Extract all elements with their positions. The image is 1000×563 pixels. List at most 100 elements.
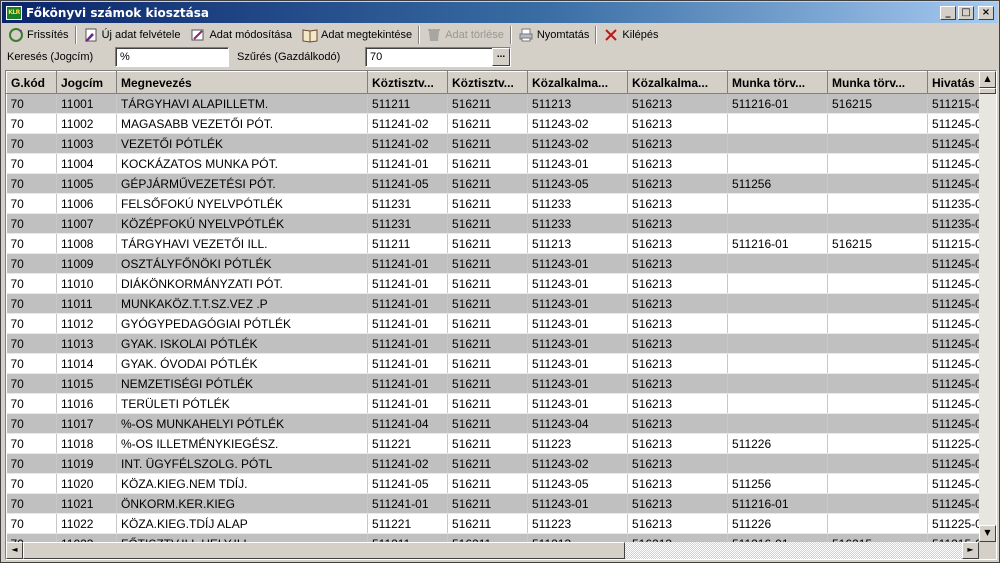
data-table: G.kód Jogcím Megnevezés Köztisztv... Köztisz…	[6, 71, 979, 542]
column-header[interactable]: Köztisztv...	[367, 71, 448, 94]
table-row[interactable]: 70 11003 VEZETŐI PÓTLÉK 511241-02 516211 5112…	[6, 133, 979, 154]
column-header[interactable]: Munka törv...	[727, 71, 828, 94]
table-row[interactable]: 70 11015 NEMZETISÉGI PÓTLÉK 511241-01 516211…	[6, 373, 979, 394]
table-cell: 70	[6, 353, 57, 374]
horizontal-scrollbar[interactable]: ◄ ►	[6, 542, 979, 559]
table-cell	[827, 173, 928, 194]
table-cell: KÖZÉPFOKÚ NYELVPÓTLÉK	[116, 213, 368, 234]
column-header[interactable]: Hivatás	[927, 71, 979, 94]
vertical-scrollbar[interactable]: ▲ ▼	[979, 71, 996, 542]
edit-icon	[190, 27, 206, 43]
table-cell: GYAK. ISKOLAI PÓTLÉK	[116, 333, 368, 354]
table-row[interactable]: 70 11009 OSZTÁLYFŐNÖKI PÓTLÉK 511241-01 5162…	[6, 253, 979, 274]
table-cell: 511215-0	[927, 93, 979, 114]
close-button[interactable]: ×	[978, 5, 994, 20]
table-cell	[727, 253, 828, 274]
table-cell: 511215-0	[927, 233, 979, 254]
table-row[interactable]: 70 11008 TÁRGYHAVI VEZETŐI ILL. 511211 51621…	[6, 233, 979, 254]
horizontal-scroll-thumb[interactable]	[23, 542, 625, 559]
table-cell: 516211	[447, 313, 528, 334]
table-cell: 511241-02	[367, 453, 448, 474]
table-row[interactable]: 70 11005 GÉPJÁRMŰVEZETÉSI PÓT. 511241-05 516…	[6, 173, 979, 194]
vertical-scroll-thumb[interactable]	[979, 88, 996, 94]
edit-record-button[interactable]: Adat módosítása	[185, 25, 297, 45]
table-row[interactable]: 70 11022 KÖZA.KIEG.TDÍJ ALAP 511221 516211 51…	[6, 513, 979, 534]
delete-record-label: Adat törlése	[445, 29, 504, 41]
filter-browse-button[interactable]: ...	[492, 48, 510, 66]
table-cell: TÁRGYHAVI ALAPILLETM.	[116, 93, 368, 114]
table-cell: 511241-04	[367, 413, 448, 434]
refresh-button[interactable]: Frissítés	[3, 25, 74, 45]
table-cell: 511241-02	[367, 113, 448, 134]
column-header[interactable]: Megnevezés	[116, 71, 368, 94]
table-row[interactable]: 70 11006 FELSŐFOKÚ NYELVPÓTLÉK 511231 516211…	[6, 193, 979, 214]
table-cell	[827, 393, 928, 414]
table-cell	[727, 193, 828, 214]
table-row[interactable]: 70 11007 KÖZÉPFOKÚ NYELVPÓTLÉK 511231 516211…	[6, 213, 979, 234]
new-record-button[interactable]: Új adat felvétele	[78, 25, 186, 45]
delete-record-button[interactable]: Adat törlése	[421, 25, 509, 45]
table-cell: 70	[6, 173, 57, 194]
table-cell	[727, 113, 828, 134]
table-row[interactable]: 70 11013 GYAK. ISKOLAI PÓTLÉK 511241-01 5162…	[6, 333, 979, 354]
table-cell: 70	[6, 273, 57, 294]
column-header[interactable]: Közalkalma...	[627, 71, 728, 94]
table-cell: 70	[6, 233, 57, 254]
view-record-button[interactable]: Adat megtekintése	[297, 25, 417, 45]
column-header[interactable]: Köztisztv...	[447, 71, 528, 94]
title-bar[interactable]: KLR Főkönyvi számok kiosztása _ □ ×	[2, 2, 998, 23]
table-cell: 511233	[527, 193, 628, 214]
table-row[interactable]: 70 11001 TÁRGYHAVI ALAPILLETM. 511211 516211…	[6, 93, 979, 114]
scroll-up-button[interactable]: ▲	[979, 71, 996, 88]
table-row[interactable]: 70 11004 KOCKÁZATOS MUNKA PÓT. 511241-01 516…	[6, 153, 979, 174]
table-row[interactable]: 70 11002 MAGASABB VEZETŐI PÓT. 511241-02 516…	[6, 113, 979, 134]
table-row[interactable]: 70 11020 KÖZA.KIEG.NEM TDÍJ. 511241-05 51621…	[6, 473, 979, 494]
table-row[interactable]: 70 11021 ÖNKORM.KER.KIEG 511241-01 516211 511…	[6, 493, 979, 514]
table-row[interactable]: 70 11014 GYAK. ÓVODAI PÓTLÉK 511241-01 51621…	[6, 353, 979, 374]
exit-button[interactable]: Kilépés	[598, 25, 663, 45]
filter-input[interactable]: 70	[365, 47, 511, 67]
table-cell: 516213	[627, 433, 728, 454]
table-cell: 511241-05	[367, 173, 448, 194]
main-window: KLR Főkönyvi számok kiosztása _ □ × Fris…	[0, 0, 1000, 563]
search-input[interactable]: %	[115, 47, 229, 67]
table-cell: 511241-01	[367, 153, 448, 174]
table-cell: 11016	[56, 393, 117, 414]
table-row[interactable]: 70 11018 %-OS ILLETMÉNYKIEGÉSZ. 511221 51621…	[6, 433, 979, 454]
print-button[interactable]: Nyomtatás	[513, 25, 595, 45]
table-cell: 70	[6, 93, 57, 114]
scroll-right-button[interactable]: ►	[962, 542, 979, 559]
maximize-button[interactable]: □	[958, 5, 974, 20]
table-cell: %-OS ILLETMÉNYKIEGÉSZ.	[116, 433, 368, 454]
table-row[interactable]: 70 11011 MUNKAKÖZ.T.T.SZ.VEZ .P 511241-01 51…	[6, 293, 979, 314]
table-cell: 70	[6, 213, 57, 234]
table-row[interactable]: 7011023FŐTISZTV.ILL.HELY.ILL.51121151621…	[6, 533, 979, 542]
scroll-down-button[interactable]: ▼	[979, 525, 996, 542]
table-row[interactable]: 70 11016 TERÜLETI PÓTLÉK 511241-01 516211 511…	[6, 393, 979, 414]
table-cell: 516213	[627, 293, 728, 314]
table-row[interactable]: 70 11019 INT. ÜGYFÉLSZOLG. PÓTL 511241-02 51…	[6, 453, 979, 474]
column-header[interactable]: G.kód	[6, 71, 57, 94]
data-grid: G.kód Jogcím Megnevezés Köztisztv... Köztisz…	[5, 70, 997, 560]
table-row[interactable]: 70 11012 GYÓGYPEDAGÓGIAI PÓTLÉK 511241-01 51…	[6, 313, 979, 334]
table-row[interactable]: 70 11010 DIÁKÖNKORMÁNYZATI PÓT. 511241-01 51…	[6, 273, 979, 294]
grid-viewport: G.kód Jogcím Megnevezés Köztisztv... Köztisz…	[6, 71, 979, 542]
table-cell	[727, 293, 828, 314]
table-cell: 516211	[447, 493, 528, 514]
table-cell: 516213	[627, 353, 728, 374]
table-row[interactable]: 70 11017 %-OS MUNKAHELYI PÓTLÉK 511241-04 51…	[6, 413, 979, 434]
toolbar-separator	[595, 26, 598, 44]
scroll-left-button[interactable]: ◄	[6, 542, 23, 559]
table-cell: 511226	[727, 433, 828, 454]
table-cell: 516215	[827, 533, 928, 542]
column-header[interactable]: Jogcím	[56, 71, 117, 94]
minimize-button[interactable]: _	[940, 5, 956, 20]
table-cell: 70	[6, 373, 57, 394]
book-icon	[302, 27, 318, 43]
table-cell: 511245-0	[927, 373, 979, 394]
column-header[interactable]: Közalkalma...	[527, 71, 628, 94]
table-cell: 516211	[447, 333, 528, 354]
table-cell: ÖNKORM.KER.KIEG	[116, 493, 368, 514]
column-header[interactable]: Munka törv...	[827, 71, 928, 94]
table-cell: 516213	[627, 533, 728, 542]
